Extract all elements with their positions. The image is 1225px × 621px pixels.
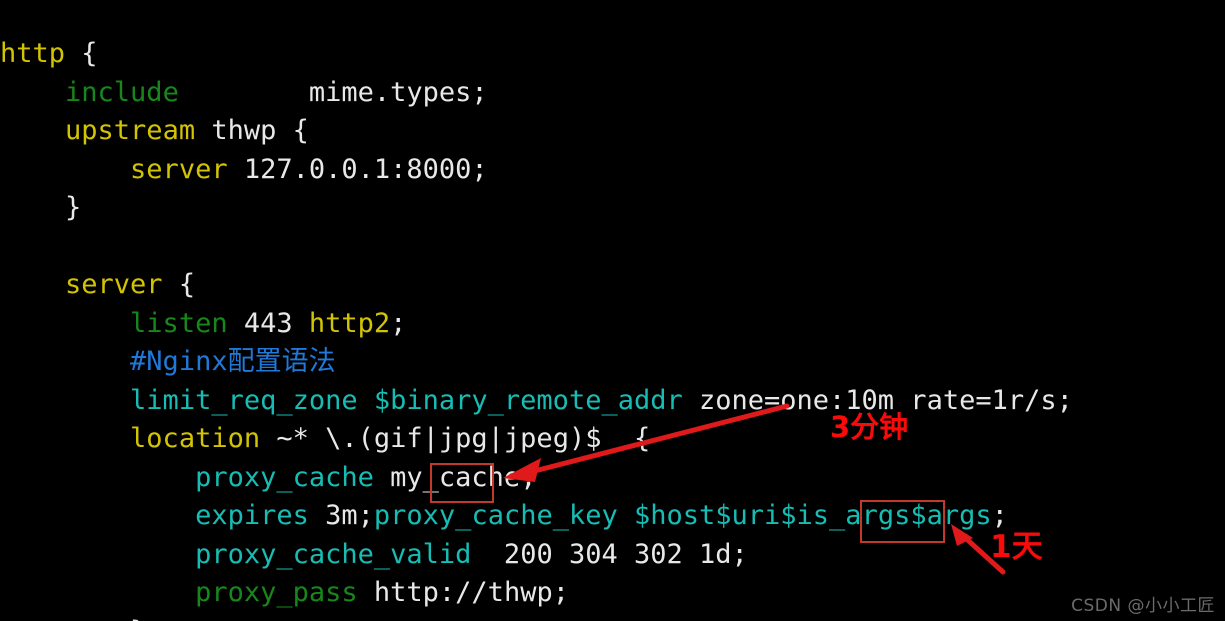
code-token: 443 <box>227 307 309 339</box>
code-token: listen <box>130 307 228 339</box>
code-line: limit_req_zone $binary_remote_addr zone=… <box>0 382 1225 421</box>
code-token: } <box>0 616 146 621</box>
code-line: listen 443 http2; <box>0 305 1225 344</box>
code-token: ~* \.(gif|jpg|jpeg)$ { <box>260 423 651 454</box>
code-token: proxy_pass <box>195 577 358 608</box>
code-token: server <box>65 269 163 300</box>
code-token: 配置语法 <box>227 346 336 377</box>
code-line: } <box>0 613 1225 621</box>
annotation-label-one-day: 1天 <box>990 529 1043 565</box>
code-line: proxy_cache my_cache; <box>0 459 1225 498</box>
code-token: { <box>81 38 98 69</box>
code-line: server 127.0.0.1:8000; <box>0 151 1225 190</box>
code-token: upstream <box>65 115 196 146</box>
code-line: location ~* \.(gif|jpg|jpeg)$ { <box>0 420 1225 459</box>
code-token: limit_req_zone $binary_remote_addr <box>130 384 683 416</box>
code-token: thwp { <box>195 115 309 146</box>
code-line: upstream thwp { <box>0 112 1225 151</box>
code-token: ; <box>991 500 1008 531</box>
code-token: my_cache; <box>373 461 537 493</box>
code-token: http <box>0 38 82 69</box>
code-screenshot: http { include mime.types; upstream thwp… <box>0 0 1225 621</box>
code-token: ; <box>390 307 407 339</box>
code-line: proxy_pass http://thwp; <box>0 574 1225 613</box>
code-token: 127.0.0.1:8000; <box>227 153 488 185</box>
code-token: #Nginx <box>130 346 228 377</box>
code-token: http://thwp; <box>357 577 569 608</box>
annotation-label-three-minutes: 3分钟 <box>830 410 909 444</box>
code-line: server { <box>0 266 1225 305</box>
code-token: server <box>130 153 228 185</box>
code-token: proxy_cache_key $host$uri$is_args$args <box>373 500 992 531</box>
code-token: location <box>130 423 261 454</box>
code-token: http2 <box>308 307 391 339</box>
code-token: proxy_cache_valid <box>195 538 472 570</box>
code-token: 200 304 302 1d; <box>471 538 748 570</box>
code-line: } <box>0 189 1225 228</box>
code-line: include mime.types; <box>0 74 1225 113</box>
code-line: #Nginx配置语法 <box>0 343 1225 382</box>
code-token: proxy_cache <box>195 461 374 493</box>
code-token: expires <box>195 500 309 531</box>
code-token: mime.types; <box>178 76 488 108</box>
code-token: 3m; <box>308 500 374 531</box>
code-line: http { <box>0 35 1225 74</box>
code-token: } <box>0 192 82 223</box>
code-token: { <box>162 269 196 300</box>
csdn-watermark: CSDN @小小工匠 <box>1071 596 1215 616</box>
code-token: include <box>65 76 179 108</box>
